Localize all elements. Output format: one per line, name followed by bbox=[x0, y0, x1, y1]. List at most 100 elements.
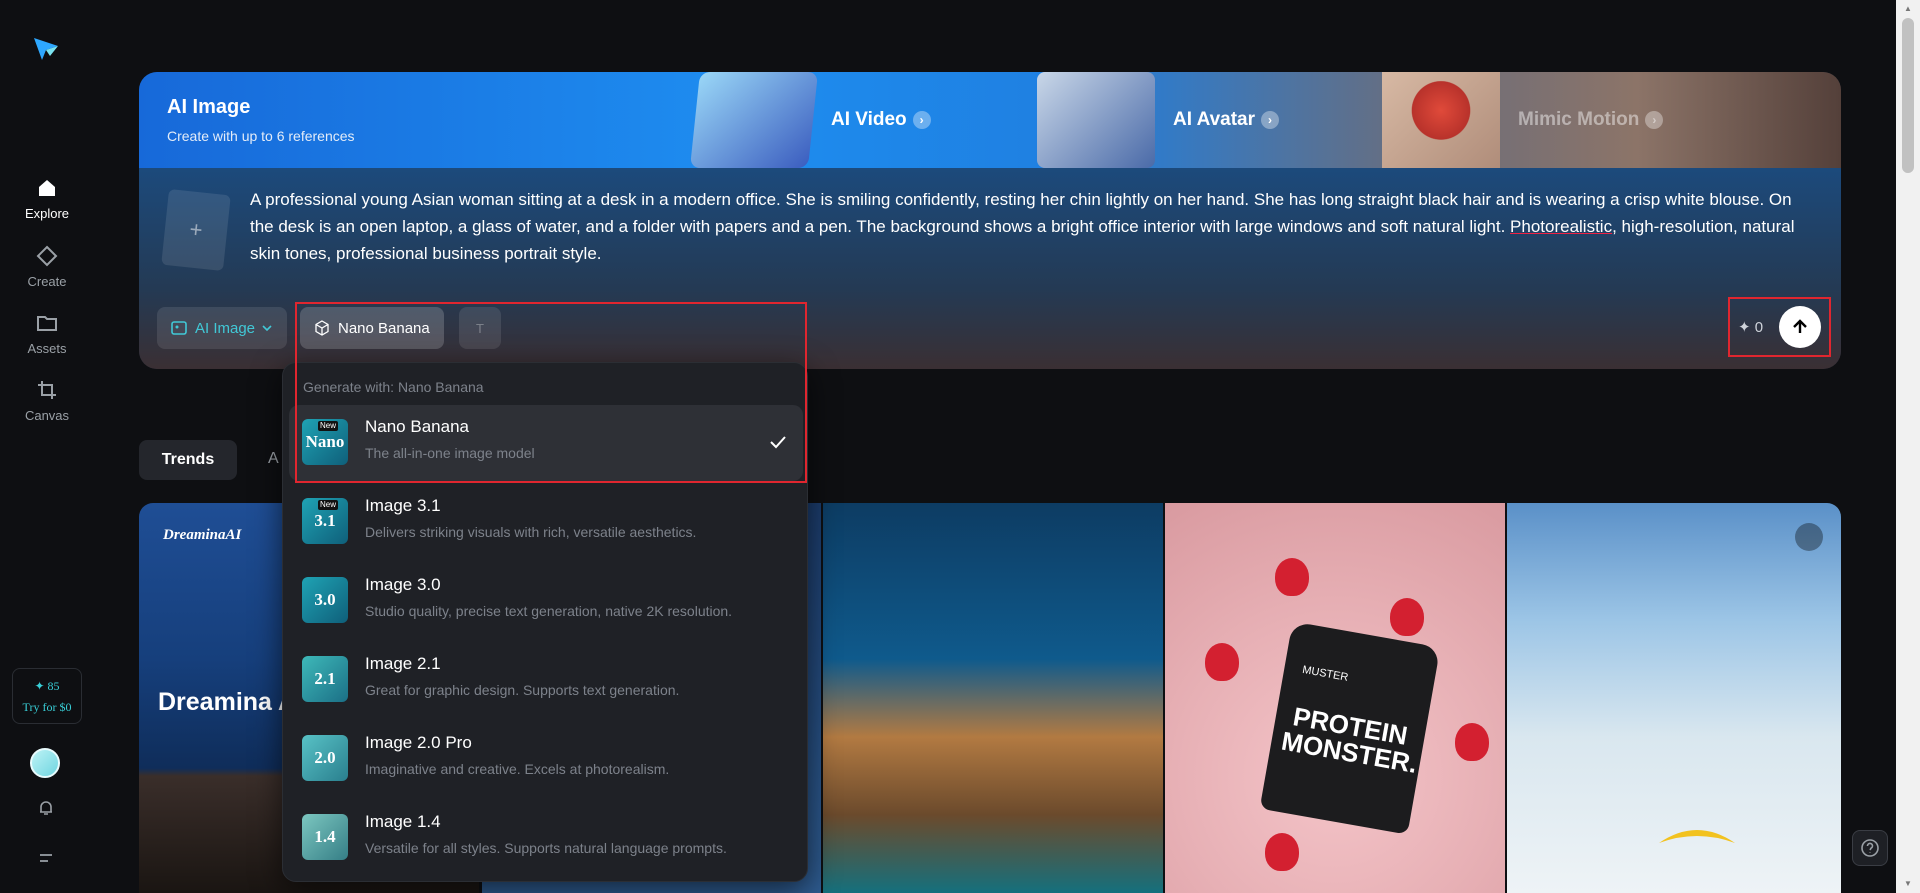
model-option-image-1-4[interactable]: 1.4 Image 1.4 Versatile for all styles. … bbox=[289, 800, 803, 876]
scrollbar[interactable]: ▲ ▼ bbox=[1896, 0, 1920, 893]
mimic-motion-thumbnail bbox=[1382, 72, 1500, 168]
model-desc: The all-in-one image model bbox=[365, 445, 535, 461]
credits-box[interactable]: ✦ 85 Try for $0 bbox=[12, 668, 82, 724]
strawberry bbox=[1275, 558, 1309, 596]
dreamina-logo-icon[interactable] bbox=[30, 32, 62, 64]
model-dropdown: Generate with: Nano Banana New Nano Nano … bbox=[282, 362, 808, 882]
sidebar-item-label: Assets bbox=[27, 341, 67, 356]
mode-selector[interactable]: AI Image bbox=[157, 307, 288, 349]
chevron-right-icon: › bbox=[1645, 111, 1664, 129]
dropdown-header: Generate with: Nano Banana bbox=[303, 379, 484, 395]
credit-cost: ✦ 0 bbox=[1738, 319, 1764, 336]
strawberry bbox=[1455, 723, 1489, 761]
tool-title[interactable]: AI Image bbox=[167, 96, 250, 119]
scroll-up-icon[interactable]: ▲ bbox=[1902, 4, 1914, 14]
ai-avatar-thumbnail bbox=[1037, 72, 1155, 168]
thumbnail-label: 2.0 bbox=[314, 748, 336, 767]
gallery-card-island[interactable] bbox=[823, 503, 1163, 893]
play-icon[interactable] bbox=[1795, 523, 1823, 551]
model-name: Nano Banana bbox=[365, 417, 469, 436]
bell-icon[interactable] bbox=[36, 798, 56, 818]
sidebar-item-label: Create bbox=[27, 274, 67, 289]
dreamina-brand-logo: DreaminaAI bbox=[163, 527, 242, 543]
model-desc: Imaginative and creative. Excels at phot… bbox=[365, 761, 670, 777]
model-name: Image 1.4 bbox=[365, 812, 441, 831]
thumbnail-label: 1.4 bbox=[314, 827, 336, 846]
tab-other[interactable]: A bbox=[268, 450, 279, 468]
mode-label: AI Image bbox=[195, 319, 256, 337]
model-name: Image 2.1 bbox=[365, 654, 441, 673]
generator-panel: AI Image Create with up to 6 references … bbox=[139, 72, 1841, 369]
model-name: Image 3.1 bbox=[365, 496, 441, 515]
tab-ai-video[interactable]: AI Video › bbox=[689, 72, 931, 168]
question-icon bbox=[1861, 839, 1879, 857]
chevron-down-icon bbox=[262, 325, 272, 332]
sidebar-item-create[interactable]: Create bbox=[0, 244, 94, 289]
jar-label: PROTEIN MONSTER. bbox=[1279, 701, 1420, 779]
tab-ai-avatar[interactable]: AI Avatar › bbox=[1037, 72, 1280, 168]
model-option-image-2-1[interactable]: 2.1 Image 2.1 Great for graphic design. … bbox=[289, 642, 803, 718]
model-thumbnail: 2.1 bbox=[302, 656, 348, 702]
model-selector[interactable]: Nano Banana bbox=[300, 307, 444, 349]
cube-icon bbox=[315, 320, 329, 336]
model-thumbnail: New 3.1 bbox=[302, 498, 348, 544]
diamond-icon bbox=[36, 245, 58, 267]
strawberry bbox=[1390, 598, 1424, 636]
thumbnail-label: 3.1 bbox=[314, 511, 336, 530]
strawberry bbox=[1265, 833, 1299, 871]
text-tool-button[interactable]: T bbox=[459, 307, 501, 349]
generate-button[interactable] bbox=[1779, 306, 1821, 348]
model-desc: Versatile for all styles. Supports natur… bbox=[365, 840, 727, 856]
new-badge: New bbox=[318, 421, 339, 431]
scroll-down-icon[interactable]: ▼ bbox=[1902, 879, 1914, 889]
sidebar-item-explore[interactable]: Explore bbox=[0, 176, 94, 221]
prompt-area: + A professional young Asian woman sitti… bbox=[139, 168, 1841, 369]
add-reference-button[interactable]: + bbox=[161, 188, 231, 272]
tab-trends[interactable]: Trends bbox=[139, 440, 237, 480]
tab-label: Mimic Motion bbox=[1518, 109, 1640, 130]
model-thumbnail: 3.0 bbox=[302, 577, 348, 623]
text-tool-label: T bbox=[476, 320, 484, 336]
gallery-card-protein[interactable]: MUSTER PROTEIN MONSTER. bbox=[1165, 503, 1505, 893]
model-desc: Great for graphic design. Supports text … bbox=[365, 682, 680, 698]
model-thumbnail: 1.4 bbox=[302, 814, 348, 860]
try-free-link[interactable]: Try for $0 bbox=[13, 700, 81, 715]
model-option-nano-banana[interactable]: New Nano Nano Banana The all-in-one image… bbox=[289, 405, 803, 481]
sidebar-item-label: Explore bbox=[24, 206, 70, 221]
tab-label: AI Avatar bbox=[1173, 109, 1256, 130]
model-option-image-3-1[interactable]: New 3.1 Image 3.1 Delivers striking visua… bbox=[289, 484, 803, 560]
strawberry bbox=[1205, 643, 1239, 681]
checkmark-icon bbox=[770, 436, 786, 449]
model-option-image-2-0-pro[interactable]: 2.0 Image 2.0 Pro Imaginative and creati… bbox=[289, 721, 803, 797]
menu-icon[interactable] bbox=[36, 848, 56, 868]
model-thumbnail: New Nano bbox=[302, 419, 348, 465]
arrow-up-icon bbox=[1793, 319, 1807, 333]
scroll-thumb[interactable] bbox=[1902, 18, 1914, 173]
prompt-spellcheck-word: Photorealistic bbox=[1510, 217, 1613, 236]
sidebar: Explore Create Assets Canvas ✦ 85 Try fo… bbox=[0, 0, 94, 893]
tool-tabs: AI Image Create with up to 6 references … bbox=[139, 72, 1841, 168]
home-icon bbox=[39, 180, 55, 196]
ai-video-thumbnail bbox=[689, 72, 819, 168]
tab-mimic-motion[interactable]: Mimic Motion › bbox=[1382, 72, 1664, 168]
thumbnail-label: Nano bbox=[305, 432, 345, 451]
sidebar-item-canvas[interactable]: Canvas bbox=[0, 378, 94, 423]
model-desc: Delivers striking visuals with rich, ver… bbox=[365, 524, 697, 540]
promo-title: Dreamina A bbox=[158, 688, 297, 716]
model-label: Nano Banana bbox=[338, 319, 430, 337]
credit-amount: ✦ 85 bbox=[34, 679, 60, 693]
crop-icon bbox=[38, 381, 56, 399]
model-thumbnail: 2.0 bbox=[302, 735, 348, 781]
prompt-input[interactable]: A professional young Asian woman sitting… bbox=[250, 186, 1810, 267]
chevron-right-icon: › bbox=[1261, 111, 1280, 129]
new-badge: New bbox=[318, 500, 339, 510]
avatar[interactable] bbox=[30, 748, 60, 778]
model-desc: Studio quality, precise text generation,… bbox=[365, 603, 733, 619]
tab-label: AI Video bbox=[831, 109, 907, 130]
model-name: Image 3.0 bbox=[365, 575, 441, 594]
help-button[interactable] bbox=[1852, 830, 1888, 866]
model-option-image-3-0[interactable]: 3.0 Image 3.0 Studio quality, precise te… bbox=[289, 563, 803, 639]
gallery-card-glacier[interactable] bbox=[1507, 503, 1841, 893]
sidebar-item-assets[interactable]: Assets bbox=[0, 311, 94, 356]
folder-icon bbox=[37, 316, 57, 331]
